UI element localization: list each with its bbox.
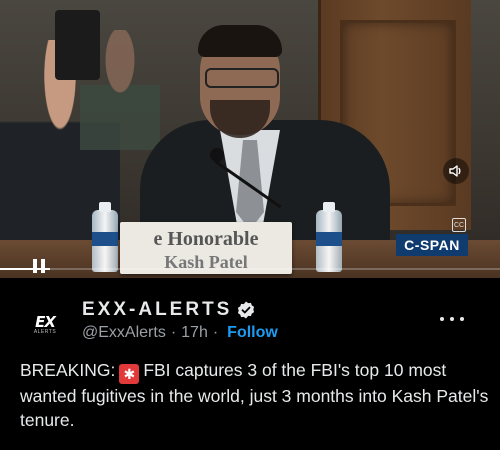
more-options-icon bbox=[450, 317, 454, 321]
pause-icon bbox=[33, 259, 37, 273]
video-progress-fill bbox=[0, 268, 50, 270]
verified-badge-icon bbox=[236, 300, 256, 320]
nameplate: e Honorable Kash Patel bbox=[120, 222, 292, 274]
cc-icon: CC bbox=[452, 218, 466, 232]
more-options-icon bbox=[440, 317, 444, 321]
avatar-subtext: ALERTS bbox=[33, 329, 57, 335]
timestamp[interactable]: 17h bbox=[181, 324, 208, 342]
avatar[interactable]: EX ALERTS bbox=[21, 298, 69, 346]
follow-button[interactable]: Follow bbox=[227, 324, 278, 342]
speaker-hair bbox=[198, 25, 282, 57]
volume-icon bbox=[449, 165, 461, 177]
nameplate-line1: e Honorable bbox=[153, 228, 259, 250]
display-name-text: EXX-ALERTS bbox=[82, 299, 233, 320]
pause-icon bbox=[41, 259, 45, 273]
handle[interactable]: @ExxAlerts bbox=[82, 324, 166, 342]
video-player[interactable]: e Honorable Kash Patel CC C-SPAN bbox=[0, 0, 500, 278]
siren-emoji-icon: ✱ bbox=[119, 364, 140, 384]
speaker-glasses bbox=[205, 68, 279, 88]
post-text-prefix: BREAKING: bbox=[20, 360, 116, 380]
separator: · bbox=[212, 324, 219, 341]
camera bbox=[55, 10, 100, 80]
separator: · bbox=[170, 324, 177, 341]
handle-row: @ExxAlerts · 17h · Follow bbox=[82, 324, 278, 342]
volume-button[interactable] bbox=[443, 158, 469, 184]
pause-button[interactable] bbox=[28, 256, 50, 276]
network-logo: C-SPAN bbox=[396, 234, 468, 256]
water-bottle bbox=[316, 202, 342, 272]
video-progress-bar[interactable] bbox=[0, 268, 500, 270]
display-name[interactable]: EXX-ALERTS bbox=[82, 299, 256, 321]
post-text: BREAKING: ✱ FBI captures 3 of the FBI's to… bbox=[20, 358, 490, 432]
more-options-icon bbox=[460, 317, 464, 321]
water-bottle bbox=[92, 202, 118, 272]
more-options-button[interactable] bbox=[440, 312, 464, 326]
